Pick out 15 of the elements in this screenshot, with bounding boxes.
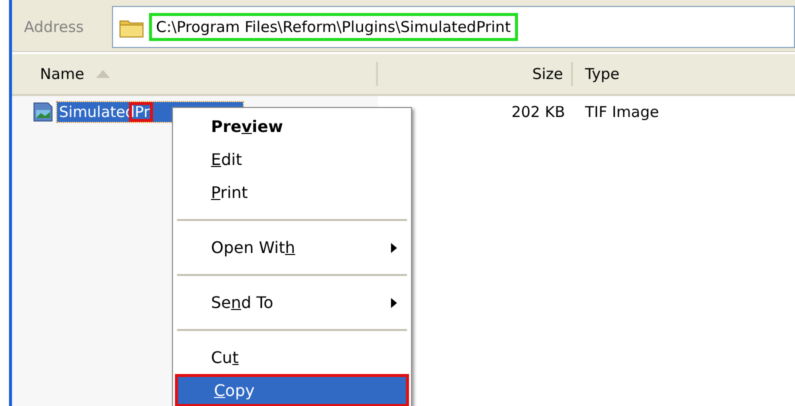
menu-item[interactable]: Print — [175, 176, 409, 209]
column-header[interactable]: Type — [573, 54, 620, 94]
menu-item[interactable]: Open With — [175, 231, 409, 264]
address-label: Address — [23, 18, 85, 36]
menu-item[interactable]: Edit — [175, 143, 409, 176]
column-header[interactable]: Name — [12, 62, 378, 86]
image-file-icon — [32, 101, 54, 123]
file-type: TIF Image — [584, 103, 659, 121]
address-field[interactable]: C:\Program Files\Reform\Plugins\SimulatedPrint — [112, 6, 795, 48]
menu-item[interactable]: Copy — [175, 374, 409, 406]
menu-item[interactable]: Cut — [175, 341, 409, 374]
menu-item[interactable]: Send To — [175, 286, 409, 319]
column-header[interactable]: Size — [378, 62, 573, 86]
address-path: C:\Program Files\Reform\Plugins\SimulatedPrint — [149, 12, 518, 40]
file-size: 202 KB — [510, 103, 566, 121]
